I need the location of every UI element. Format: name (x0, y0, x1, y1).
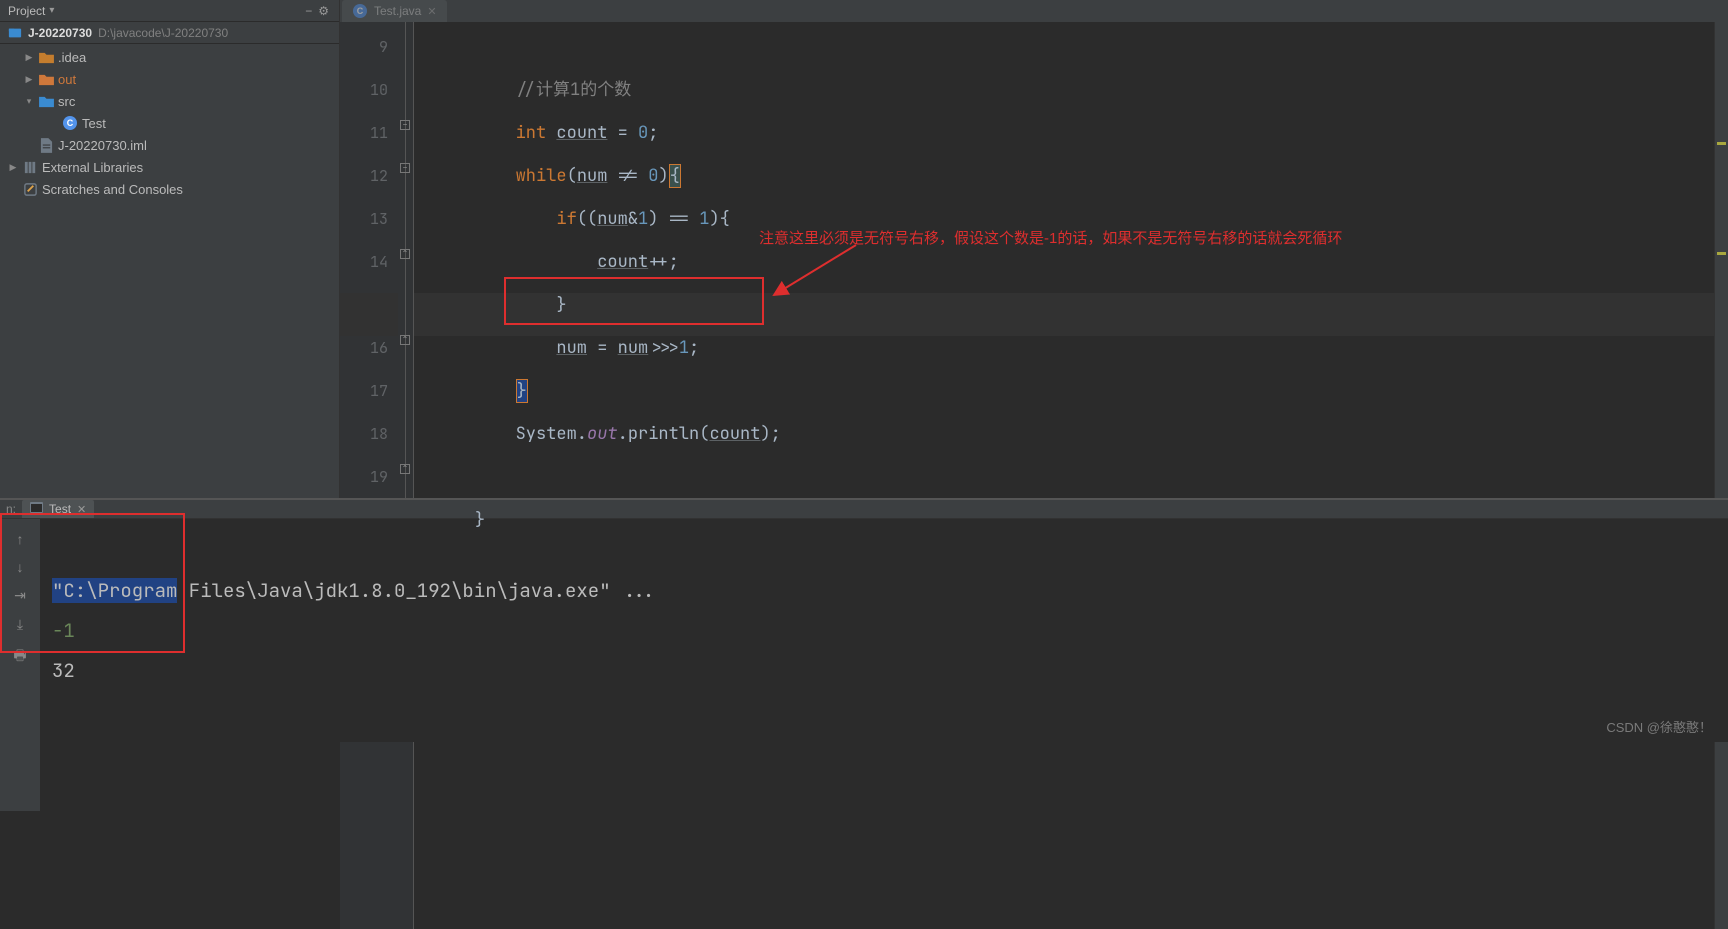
scratch-icon (22, 181, 38, 197)
project-tree: ▶ .idea ▶ out ▾ src (0, 44, 339, 200)
console-command: "C:\Program (52, 578, 177, 603)
tree-label: out (58, 72, 76, 87)
project-icon (8, 26, 22, 40)
fold-end-icon[interactable]: ⌃ (400, 249, 410, 259)
console-input-line: -1 (52, 618, 75, 643)
chevron-right-icon: ▶ (24, 52, 34, 63)
collapse-icon[interactable]: − (305, 4, 312, 18)
class-icon: C (62, 115, 78, 131)
watermark: CSDN @徐憨憨！ (1606, 717, 1712, 736)
chevron-right-icon: ▶ (24, 74, 34, 85)
fold-end-icon[interactable]: ⌃ (400, 464, 410, 474)
libraries-icon (22, 159, 38, 175)
run-tool-column: ↑ ↓ ⇥ ⤓ 🖶 (0, 519, 40, 811)
tree-folder-src[interactable]: ▾ src (0, 90, 339, 112)
tree-label: src (58, 94, 75, 109)
gear-icon[interactable]: ⚙ (318, 4, 329, 18)
project-tool-title: Project (8, 4, 45, 18)
folder-icon (38, 49, 54, 65)
project-path: D:\javacode\J-20220730 (98, 26, 228, 40)
editor-area: C Test.java ✕ 9 10 11 12 13 14 15 16 17 … (340, 0, 1728, 498)
project-name: J-20220730 (28, 26, 92, 40)
tree-external-libraries[interactable]: ▶ External Libraries (0, 156, 339, 178)
chevron-down-icon: ▾ (24, 96, 34, 107)
tree-label: Scratches and Consoles (42, 182, 183, 197)
close-icon[interactable]: ✕ (427, 5, 436, 18)
breadcrumb[interactable]: J-20220730 D:\javacode\J-20220730 (0, 22, 339, 44)
editor-tabs: C Test.java ✕ (340, 0, 1728, 22)
tree-label: Test (82, 116, 106, 131)
console-output-line: 32 (52, 658, 75, 683)
tree-label: .idea (58, 50, 86, 65)
run-tab-label: Test (49, 502, 71, 516)
chevron-right-icon: ▶ (8, 162, 18, 173)
fold-end-icon[interactable]: ⌃ (400, 335, 410, 345)
wrap-icon[interactable]: ⇥ (14, 587, 26, 604)
chevron-down-icon[interactable]: ▾ (49, 5, 54, 16)
tree-folder-idea[interactable]: ▶ .idea (0, 46, 339, 68)
print-icon[interactable]: 🖶 (13, 645, 26, 669)
class-icon: C (352, 3, 368, 19)
arrow-down-icon[interactable]: ↓ (17, 559, 24, 575)
project-sidebar: Project ▾ − ⚙ J-20220730 D:\javacode\J-2… (0, 0, 340, 498)
folder-icon (38, 71, 54, 87)
console-icon (30, 502, 43, 516)
tree-label: External Libraries (42, 160, 143, 175)
arrow-up-icon[interactable]: ↑ (17, 531, 24, 547)
tree-folder-out[interactable]: ▶ out (0, 68, 339, 90)
fold-collapse-icon[interactable]: − (400, 163, 410, 173)
run-label: n: (6, 502, 16, 516)
scroll-to-end-icon[interactable]: ⤓ (17, 616, 23, 633)
editor-tab-label: Test.java (374, 4, 421, 18)
run-tab-test[interactable]: Test ✕ (22, 500, 94, 518)
close-icon[interactable]: ✕ (77, 503, 86, 516)
file-icon (38, 137, 54, 153)
tree-file-iml[interactable]: J-20220730.iml (0, 134, 339, 156)
tree-scratches[interactable]: Scratches and Consoles (0, 178, 339, 200)
editor-tab-test[interactable]: C Test.java ✕ (342, 0, 447, 22)
tree-class-test[interactable]: C Test (0, 112, 339, 134)
tree-label: J-20220730.iml (58, 138, 147, 153)
console-output[interactable]: "C:\Program Files\Java\jdk1.8.0_192\bin\… (40, 519, 1728, 811)
folder-icon (38, 93, 54, 109)
project-tool-header[interactable]: Project ▾ − ⚙ (0, 0, 339, 22)
fold-collapse-icon[interactable]: − (400, 120, 410, 130)
